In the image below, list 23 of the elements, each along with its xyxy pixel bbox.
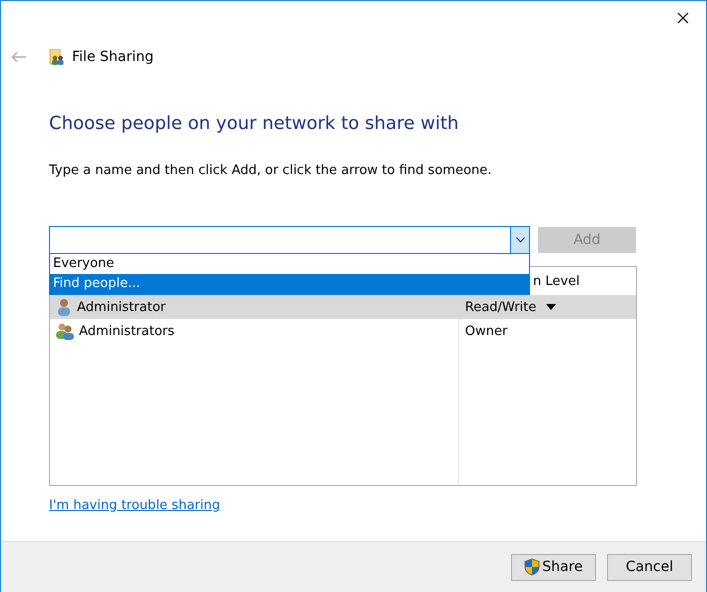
caret-icon[interactable] [546,304,556,310]
permission-level: Owner [465,324,508,338]
user-name: Administrators [79,324,174,338]
permission-level: Read/Write [465,300,536,314]
close-icon [677,12,689,24]
user-group-icon [55,322,75,340]
cancel-button[interactable]: Cancel [607,554,692,580]
shield-icon [524,558,540,576]
column-header[interactable]: n Level [533,274,603,288]
dropdown-option[interactable]: Find people... [50,274,529,294]
instruction-text: Type a name and then click Add, or click the arrow to find someone. [49,163,493,178]
dialog-heading: Choose people on your network to share with [49,113,460,134]
trouble-sharing-link[interactable]: I'm having trouble sharing [49,498,220,513]
table-row[interactable]: Administrator Read/Write [50,295,636,319]
table-row[interactable]: Administrators Owner [50,319,636,343]
user-icon [55,298,73,316]
chevron-down-icon [516,237,524,243]
share-button[interactable]: Share [511,554,596,580]
name-combo-field[interactable] [49,226,530,254]
window-title: File Sharing [72,49,154,65]
dropdown-button[interactable] [510,227,529,253]
shared-folder-icon [49,49,65,65]
user-name: Administrator [77,300,166,314]
